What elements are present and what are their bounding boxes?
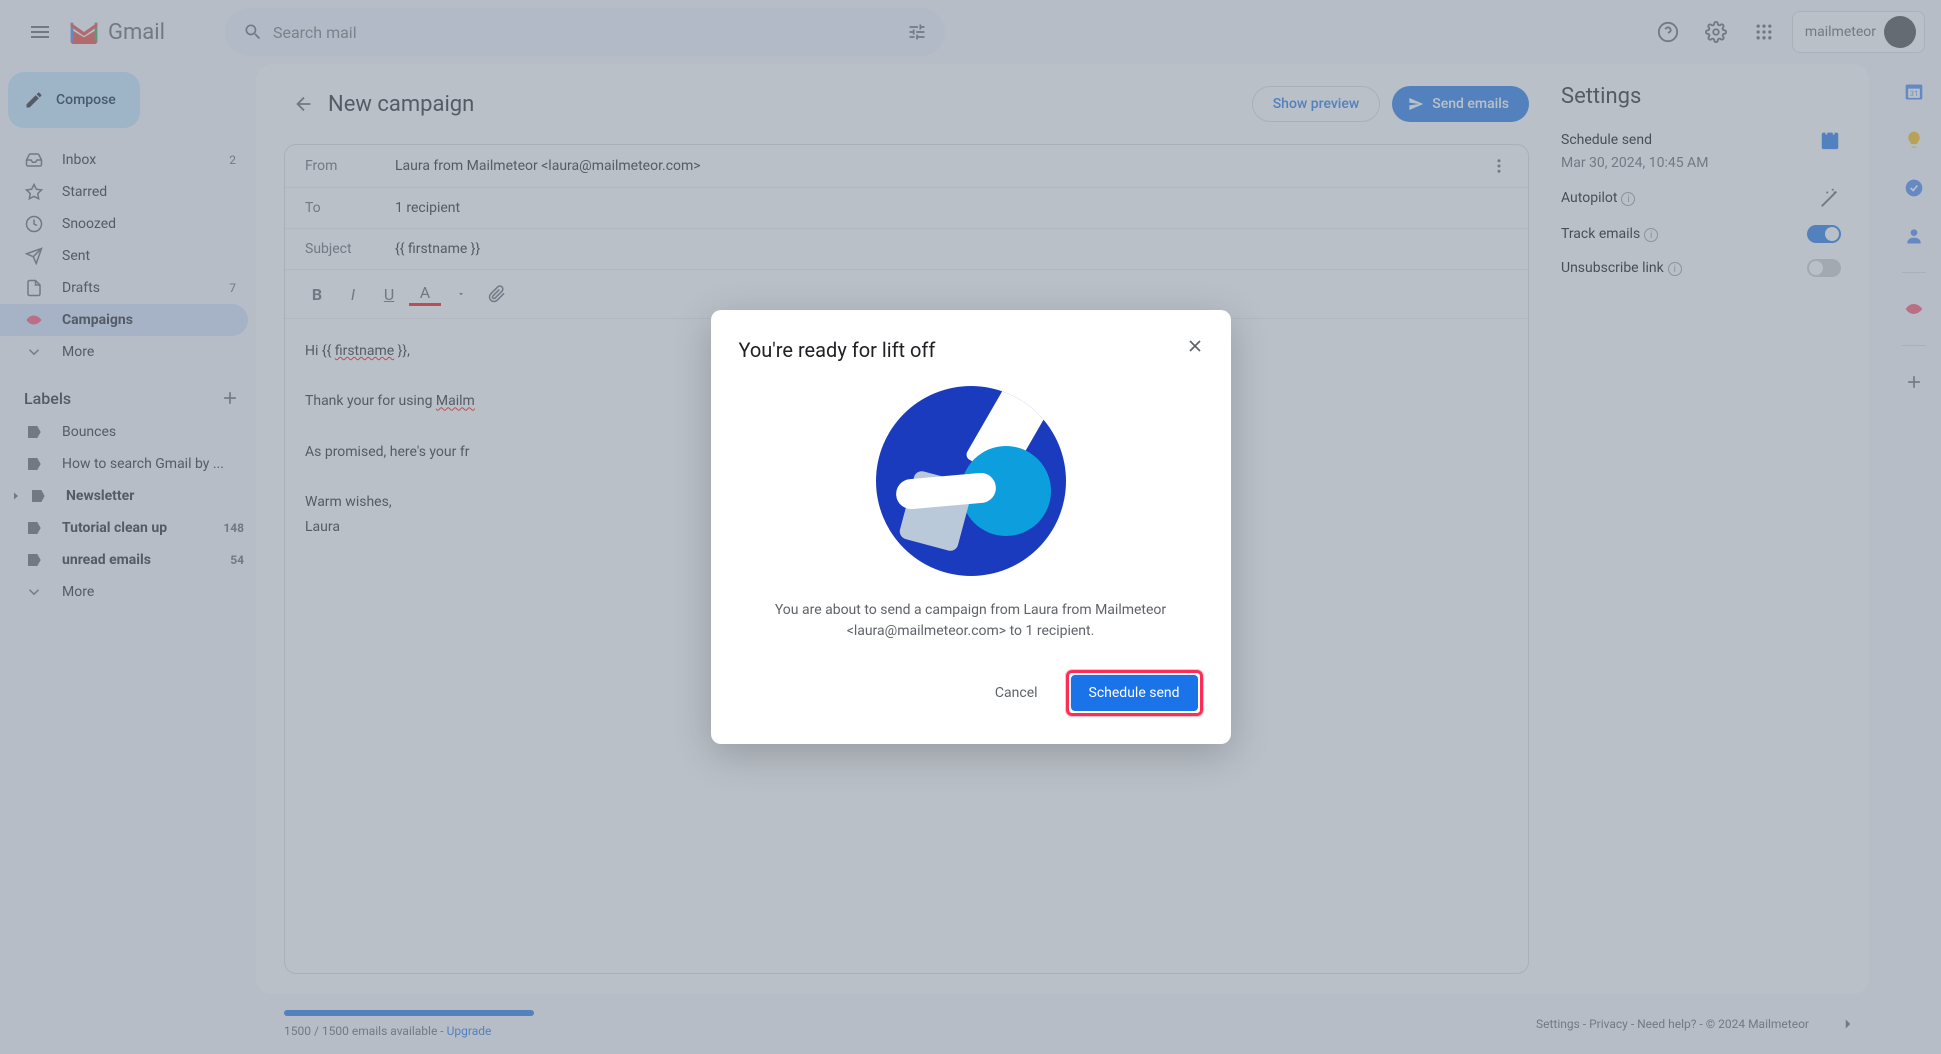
modal-cancel-button[interactable]: Cancel [983,677,1050,709]
modal-title: You're ready for lift off [739,338,1203,362]
modal-schedule-button[interactable]: Schedule send [1071,675,1198,711]
modal-overlay[interactable]: You're ready for lift off You are about … [0,0,1941,1054]
close-icon [1185,336,1205,356]
highlight-box: Schedule send [1066,670,1203,716]
modal: You're ready for lift off You are about … [711,310,1231,744]
modal-close-button[interactable] [1179,330,1211,362]
modal-illustration [876,386,1066,576]
modal-text: You are about to send a campaign from La… [739,600,1203,642]
modal-actions: Cancel Schedule send [739,670,1203,716]
